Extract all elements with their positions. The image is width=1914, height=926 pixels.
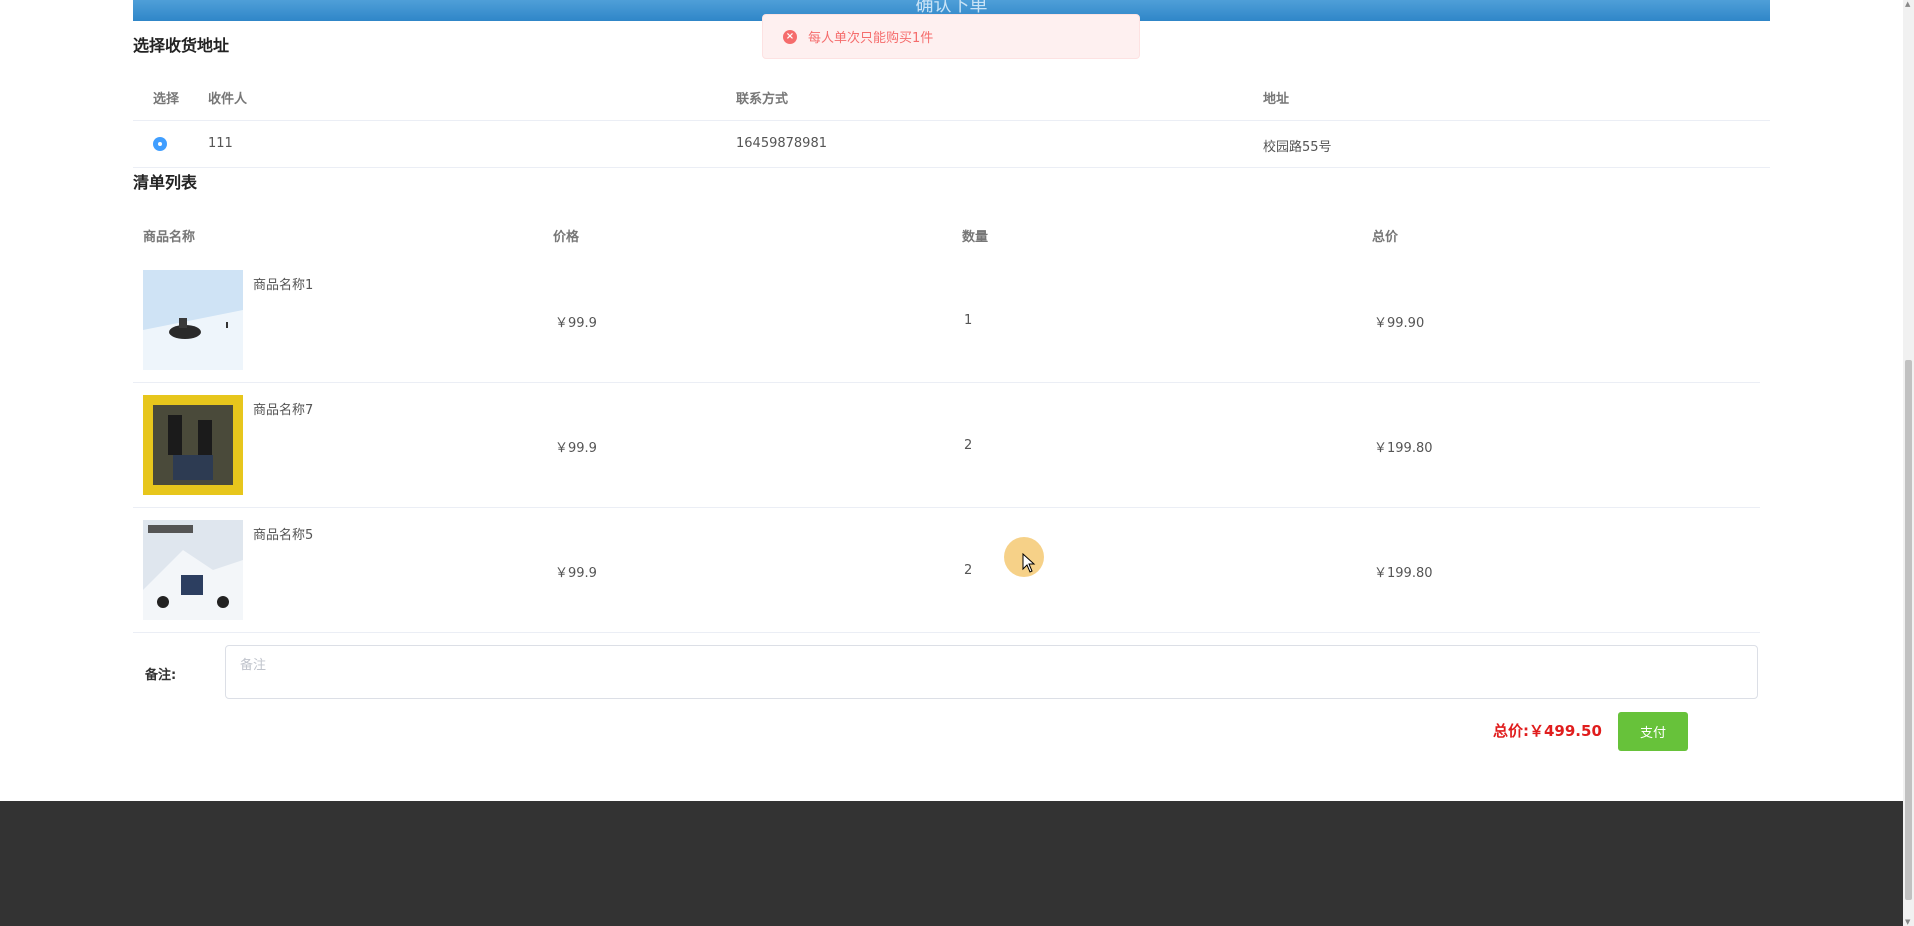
divider	[133, 382, 1760, 383]
scrollbar[interactable]: ▲ ▼	[1903, 0, 1914, 926]
divider	[133, 120, 1770, 121]
column-header-quantity: 数量	[962, 230, 989, 245]
total-value: ￥499.50	[1529, 722, 1602, 740]
product-price: ￥99.9	[555, 566, 597, 581]
column-header-price: 价格	[553, 230, 580, 245]
scrollbar-thumb[interactable]	[1905, 360, 1912, 900]
column-header-phone: 联系方式	[736, 92, 789, 107]
recipient-phone: 16459878981	[736, 136, 827, 151]
product-image	[143, 395, 243, 495]
divider	[133, 167, 1770, 168]
product-total: ￥199.80	[1374, 441, 1433, 456]
product-price: ￥99.9	[555, 441, 597, 456]
column-header-select: 选择	[153, 92, 180, 107]
scroll-up-arrow-icon[interactable]: ▲	[1905, 0, 1910, 8]
product-name: 商品名称1	[253, 278, 314, 293]
footer	[0, 801, 1903, 926]
list-section-title: 清单列表	[133, 173, 198, 192]
column-header-total: 总价	[1372, 230, 1399, 245]
address-section-title: 选择收货地址	[133, 36, 230, 55]
recipient-name: 111	[208, 136, 233, 151]
recipient-address: 校园路55号	[1263, 140, 1332, 155]
column-header-address: 地址	[1263, 92, 1290, 107]
product-price: ￥99.9	[555, 316, 597, 331]
toast-message: 每人单次只能购买1件	[808, 31, 934, 46]
total-label: 总价:	[1493, 722, 1529, 740]
error-toast: × 每人单次只能购买1件	[762, 14, 1140, 59]
product-image	[143, 520, 243, 620]
divider	[133, 507, 1760, 508]
product-image	[143, 270, 243, 370]
product-quantity: 2	[964, 563, 973, 578]
product-name: 商品名称7	[253, 403, 314, 418]
remark-label: 备注:	[145, 668, 177, 683]
column-header-product: 商品名称	[143, 230, 196, 245]
product-name: 商品名称5	[253, 528, 314, 543]
divider	[133, 632, 1760, 633]
pay-button[interactable]: 支付	[1618, 712, 1688, 751]
product-quantity: 1	[964, 313, 973, 328]
product-total: ￥199.80	[1374, 566, 1433, 581]
page: 确认下单 × 每人单次只能购买1件 选择收货地址 选择 收件人 联系方式 地址 …	[0, 0, 1903, 926]
product-quantity: 2	[964, 438, 973, 453]
product-total: ￥99.90	[1374, 316, 1425, 331]
scroll-down-arrow-icon[interactable]: ▼	[1905, 918, 1910, 926]
order-total: 总价:￥499.50	[1493, 720, 1602, 741]
remark-input[interactable]	[225, 645, 1758, 699]
mouse-cursor-icon	[1022, 553, 1036, 573]
address-radio[interactable]	[153, 137, 167, 151]
error-icon: ×	[783, 29, 797, 44]
column-header-recipient: 收件人	[208, 92, 248, 107]
